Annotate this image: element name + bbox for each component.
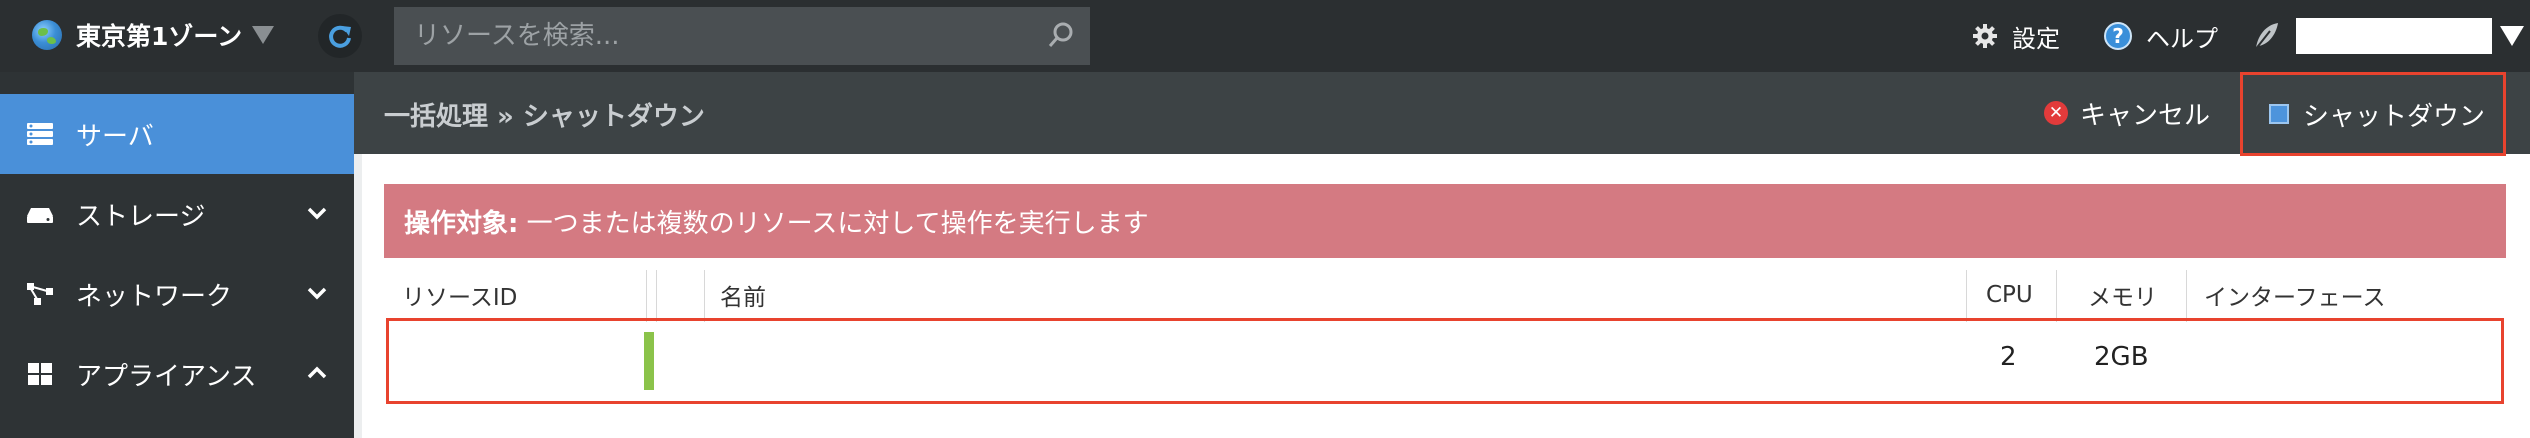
sidebar-item-label: サーバ xyxy=(76,121,154,152)
chevron-up-icon[interactable] xyxy=(306,362,328,384)
search-input[interactable] xyxy=(394,7,1090,65)
top-bar: 東京第1ゾーン 設定 ? ヘルプ xyxy=(0,0,2530,72)
cell-memory: 2GB xyxy=(2094,342,2149,372)
table-row[interactable] xyxy=(386,318,2504,404)
chevron-down-icon[interactable] xyxy=(306,202,328,224)
settings-link[interactable]: 設定 xyxy=(1972,0,2060,72)
leaf-icon xyxy=(2254,23,2278,51)
column-header-cpu[interactable]: CPU xyxy=(1986,272,2033,318)
sidebar-item-network[interactable]: ネットワーク xyxy=(0,254,354,334)
cancel-label: キャンセル xyxy=(2080,100,2211,131)
sidebar-item-server[interactable]: サーバ xyxy=(0,94,354,174)
refresh-button[interactable] xyxy=(318,14,362,58)
content-divider xyxy=(354,154,362,438)
settings-label: 設定 xyxy=(2012,24,2060,53)
globe-icon xyxy=(32,20,62,50)
status-indicator xyxy=(644,332,654,390)
operation-target-alert: 操作対象: 一つまたは複数のリソースに対して操作を実行します xyxy=(384,184,2506,258)
column-divider xyxy=(2056,270,2057,322)
gear-icon xyxy=(1973,24,1997,48)
column-header-interfaces[interactable]: インターフェース xyxy=(2204,272,2385,318)
storage-icon xyxy=(27,208,53,223)
caret-down-icon xyxy=(2500,26,2524,46)
sidebar-item-storage[interactable]: ストレージ xyxy=(0,174,354,254)
column-divider xyxy=(1966,270,1967,322)
sidebar-item-label: アプライアンス xyxy=(76,361,257,392)
help-label: ヘルプ xyxy=(2146,24,2218,53)
shutdown-icon xyxy=(2269,104,2289,124)
column-header-resource-id[interactable]: リソースID xyxy=(402,272,517,318)
page-header: 一括処理 » シャットダウン ✕ キャンセル シャットダウン xyxy=(354,72,2530,156)
breadcrumb: 一括処理 » シャットダウン xyxy=(384,102,705,132)
alert-title: 操作対象: xyxy=(404,208,519,239)
column-divider xyxy=(656,270,657,322)
help-link[interactable]: ? ヘルプ xyxy=(2104,0,2218,72)
column-header-memory[interactable]: メモリ xyxy=(2088,272,2157,318)
server-icon xyxy=(27,123,53,145)
sidebar-item-label: ストレージ xyxy=(76,201,206,232)
cancel-button[interactable]: ✕ キャンセル xyxy=(2044,92,2210,134)
sidebar-item-appliance[interactable]: アプライアンス xyxy=(0,334,354,414)
zone-label: 東京第1ゾーン xyxy=(76,22,243,51)
help-icon: ? xyxy=(2104,22,2132,50)
shutdown-button[interactable]: シャットダウン xyxy=(2240,72,2506,156)
caret-down-icon xyxy=(252,26,275,44)
column-divider xyxy=(704,270,705,322)
username-field xyxy=(2296,18,2492,54)
search-icon[interactable] xyxy=(1046,20,1076,50)
column-divider xyxy=(646,270,647,322)
shutdown-label: シャットダウン xyxy=(2303,101,2486,132)
appliance-icon xyxy=(28,363,52,385)
cell-cpu: 2 xyxy=(2000,342,2017,372)
alert-text: 一つまたは複数のリソースに対して操作を実行します xyxy=(518,208,1149,239)
column-divider xyxy=(2186,270,2187,322)
column-header-name[interactable]: 名前 xyxy=(720,272,766,318)
chevron-down-icon[interactable] xyxy=(306,282,328,304)
network-icon xyxy=(27,283,53,305)
user-menu[interactable] xyxy=(2252,0,2524,72)
refresh-icon xyxy=(329,25,351,48)
sidebar-item-label: ネットワーク xyxy=(76,281,233,312)
cancel-icon: ✕ xyxy=(2044,101,2068,125)
sidebar: サーバ ストレージ ネットワーク アプライアンス xyxy=(0,72,354,438)
zone-selector[interactable]: 東京第1ゾーン xyxy=(32,14,275,56)
